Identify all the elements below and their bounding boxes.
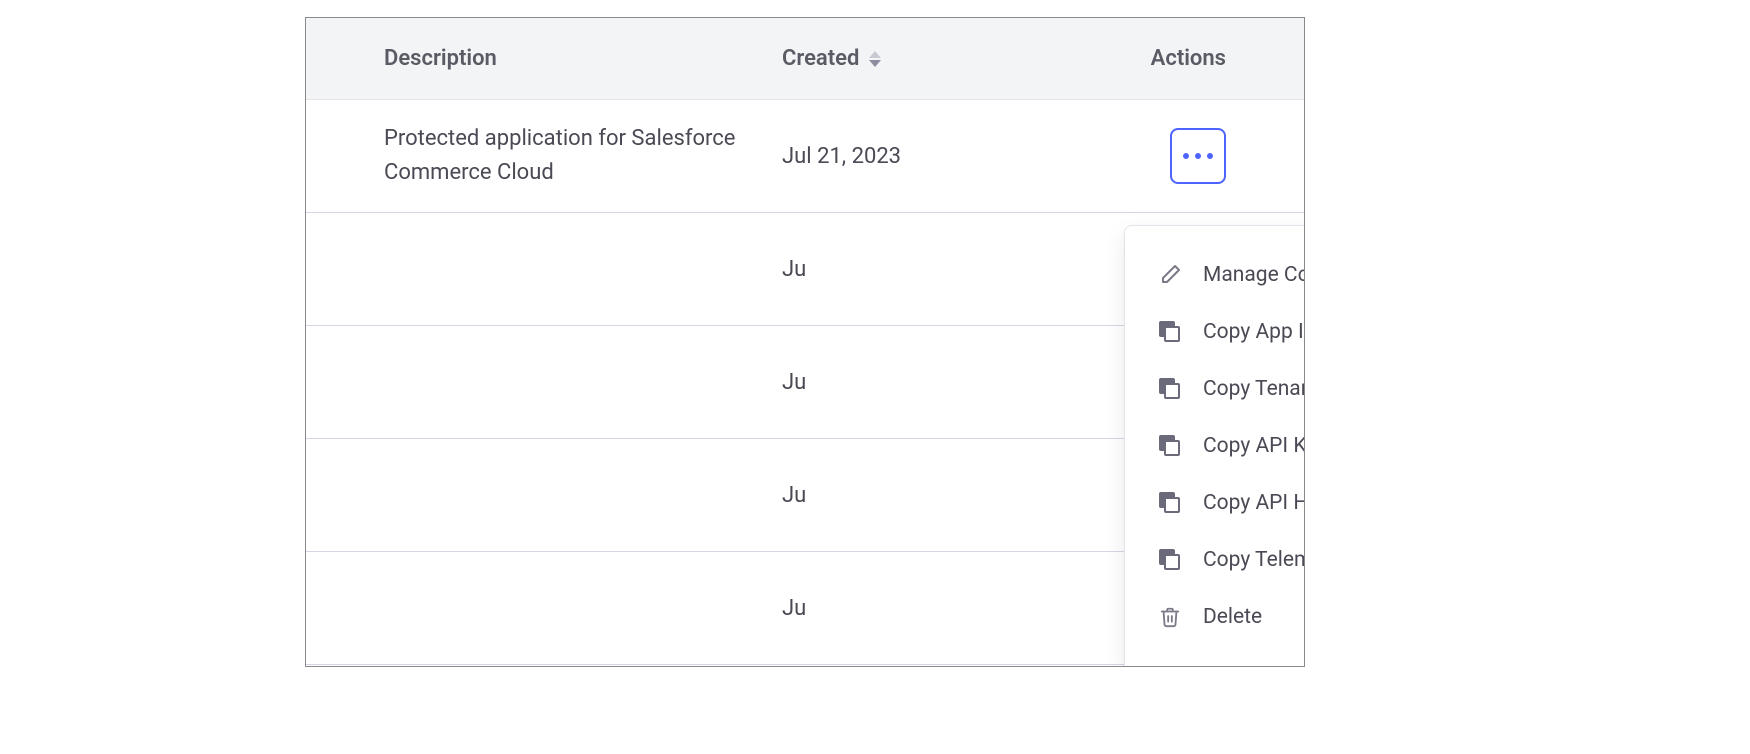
row-actions-button[interactable] bbox=[1170, 128, 1226, 184]
copy-icon bbox=[1157, 490, 1183, 516]
table-row: Protected application for Salesforce Com… bbox=[306, 100, 1304, 213]
column-header-description[interactable]: Description bbox=[384, 46, 782, 71]
copy-icon bbox=[1157, 319, 1183, 345]
sort-icon[interactable] bbox=[869, 51, 881, 67]
dots-icon bbox=[1183, 153, 1189, 159]
cell-created: Ju bbox=[782, 257, 1132, 282]
menu-item-label: Copy App ID bbox=[1203, 320, 1305, 344]
menu-item-copy-tenant-id[interactable]: Copy Tenant ID bbox=[1125, 360, 1305, 417]
copy-icon bbox=[1157, 547, 1183, 573]
pencil-icon bbox=[1157, 262, 1183, 288]
column-header-created-label: Created bbox=[782, 46, 859, 71]
menu-item-label: Copy API Key bbox=[1203, 434, 1305, 458]
menu-item-copy-telemetry-header-prefix[interactable]: Copy Telemetry Header Prefix bbox=[1125, 531, 1305, 588]
sort-ascending-icon bbox=[869, 51, 881, 58]
menu-item-label: Copy Tenant ID bbox=[1203, 377, 1305, 401]
menu-item-label: Copy API Hostname bbox=[1203, 491, 1305, 515]
column-header-created[interactable]: Created bbox=[782, 46, 1132, 71]
menu-item-label: Delete bbox=[1203, 605, 1262, 629]
copy-icon bbox=[1157, 433, 1183, 459]
menu-item-label: Copy Telemetry Header Prefix bbox=[1203, 548, 1305, 572]
table-header-row: Description Created Actions bbox=[306, 18, 1304, 100]
row-actions-menu: Manage Configuration Copy App ID Copy Te… bbox=[1124, 225, 1305, 667]
menu-item-label: Manage Configuration bbox=[1203, 263, 1305, 287]
menu-item-copy-app-id[interactable]: Copy App ID bbox=[1125, 303, 1305, 360]
cell-description: Protected application for Salesforce Com… bbox=[384, 122, 782, 190]
column-header-actions: Actions bbox=[1132, 46, 1226, 71]
cell-created: Ju bbox=[782, 483, 1132, 508]
cell-actions bbox=[1132, 128, 1226, 184]
applications-table-panel: Description Created Actions Protected ap… bbox=[305, 17, 1305, 667]
cell-created: Ju bbox=[782, 370, 1132, 395]
cell-created: Jul 21, 2023 bbox=[782, 144, 1132, 169]
menu-item-delete[interactable]: Delete bbox=[1125, 588, 1305, 645]
menu-item-copy-api-hostname[interactable]: Copy API Hostname bbox=[1125, 474, 1305, 531]
cell-created: Ju bbox=[782, 596, 1132, 621]
menu-item-manage-configuration[interactable]: Manage Configuration bbox=[1125, 246, 1305, 303]
trash-icon bbox=[1157, 604, 1183, 630]
copy-icon bbox=[1157, 376, 1183, 402]
menu-item-copy-api-key[interactable]: Copy API Key bbox=[1125, 417, 1305, 474]
sort-descending-icon bbox=[869, 60, 881, 67]
